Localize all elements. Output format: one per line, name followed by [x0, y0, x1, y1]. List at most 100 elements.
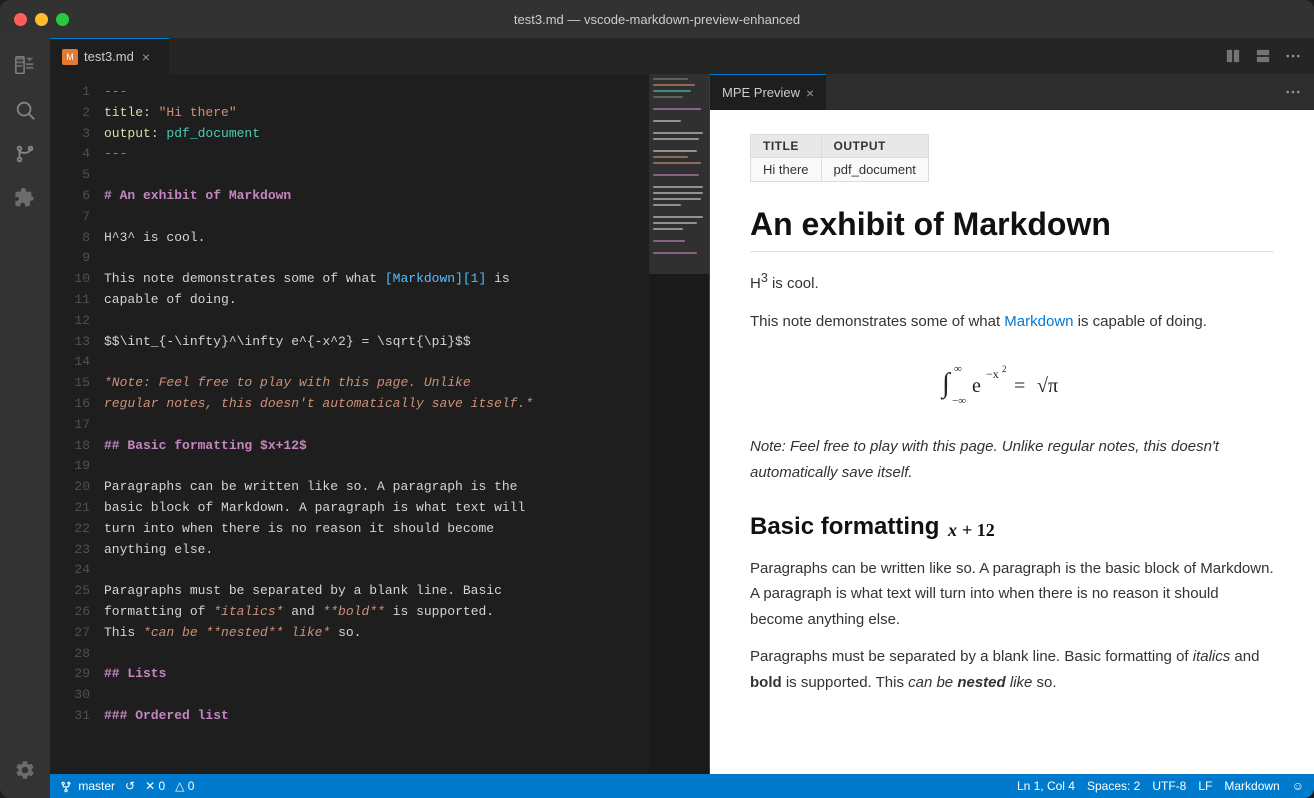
- preview-para2: Paragraphs must be separated by a blank …: [750, 644, 1274, 695]
- app-window: test3.md — vscode-markdown-preview-enhan…: [0, 0, 1314, 798]
- preview-body1-pre: This note demonstrates some of what: [750, 313, 1004, 330]
- preview-tab-close[interactable]: ×: [806, 85, 814, 101]
- code-pane: 12345 678910 111213 1415161718 192021222…: [50, 74, 710, 774]
- tab-file-icon: M: [62, 49, 78, 65]
- preview-tab-label: MPE Preview: [722, 85, 800, 100]
- preview-h1: An exhibit of Markdown: [750, 206, 1274, 252]
- svg-text:+ 12: + 12: [962, 520, 995, 540]
- code-line: regular notes, this doesn't automaticall…: [100, 394, 649, 415]
- code-line: [100, 560, 649, 581]
- code-line: # An exhibit of Markdown: [100, 186, 649, 207]
- code-line: formatting of *italics* and **bold** is …: [100, 602, 649, 623]
- code-line: [100, 248, 649, 269]
- close-button[interactable]: [14, 13, 27, 26]
- code-line: This note demonstrates some of what [Mar…: [100, 269, 649, 290]
- code-line: output: pdf_document: [100, 124, 649, 145]
- code-line: [100, 207, 649, 228]
- line-ending[interactable]: LF: [1198, 779, 1212, 793]
- line-numbers: 12345 678910 111213 1415161718 192021222…: [50, 74, 100, 774]
- activity-extensions-icon[interactable]: [5, 178, 45, 218]
- code-line: $$\int_{-\infty}^\infty e^{-x^2} = \sqrt…: [100, 332, 649, 353]
- code-line: *Note: Feel free to play with this page.…: [100, 373, 649, 394]
- preview-end-text: so.: [1032, 674, 1056, 691]
- errors-count[interactable]: ✕ 0: [145, 779, 165, 793]
- svg-text:e: e: [972, 375, 981, 397]
- code-line: anything else.: [100, 540, 649, 561]
- encoding[interactable]: UTF-8: [1152, 779, 1186, 793]
- language-mode[interactable]: Markdown: [1224, 779, 1279, 793]
- activity-settings-icon[interactable]: [5, 750, 45, 790]
- preview-para1: Paragraphs can be written like so. A par…: [750, 556, 1274, 633]
- git-branch-name: master: [78, 779, 115, 793]
- preview-pane: MPE Preview ×: [710, 74, 1314, 774]
- code-content: --- title: "Hi there" output: pdf_docume…: [100, 74, 649, 774]
- preview-superscript-para: H3 is cool.: [750, 268, 1274, 297]
- preview-markdown-link[interactable]: Markdown: [1004, 313, 1073, 330]
- activity-git-icon[interactable]: [5, 134, 45, 174]
- editor-tab-test3md[interactable]: M test3.md ×: [50, 38, 170, 74]
- code-editor[interactable]: 12345 678910 111213 1415161718 192021222…: [50, 74, 709, 774]
- preview-para2-mid: and: [1230, 648, 1259, 665]
- code-line: [100, 644, 649, 665]
- code-line: title: "Hi there": [100, 103, 649, 124]
- warnings-count[interactable]: △ 0: [175, 779, 194, 793]
- svg-text:x: x: [947, 520, 957, 540]
- editor-split: 12345 678910 111213 1415161718 192021222…: [50, 74, 1314, 774]
- svg-text:−x: −x: [986, 367, 999, 381]
- code-line: Paragraphs can be written like so. A par…: [100, 477, 649, 498]
- activity-search-icon[interactable]: [5, 90, 45, 130]
- code-line: ## Basic formatting $x+12$: [100, 436, 649, 457]
- preview-more-button[interactable]: [1280, 79, 1306, 105]
- status-right: Ln 1, Col 4 Spaces: 2 UTF-8 LF Markdown …: [1017, 779, 1304, 793]
- code-line: [100, 165, 649, 186]
- code-line: H^3^ is cool.: [100, 228, 649, 249]
- code-line: ### Ordered list: [100, 706, 649, 727]
- frontmatter-value-title: Hi there: [751, 158, 822, 182]
- code-line: turn into when there is no reason it sho…: [100, 519, 649, 540]
- preview-content[interactable]: TITLE OUTPUT Hi there pdf_document: [710, 110, 1314, 774]
- more-actions-button[interactable]: [1280, 43, 1306, 69]
- preview-tab-actions: [1280, 74, 1314, 110]
- code-line: [100, 352, 649, 373]
- code-line: [100, 456, 649, 477]
- editor-tab-close[interactable]: ×: [142, 49, 150, 65]
- preview-math-formula: ∫ ∞ −∞ e −x 2 = √π: [750, 354, 1274, 414]
- frontmatter-header-output: OUTPUT: [821, 135, 928, 158]
- math-svg: ∫ ∞ −∞ e −x 2 = √π: [932, 354, 1092, 409]
- minimize-button[interactable]: [35, 13, 48, 26]
- preview-italic-note: Note: Feel free to play with this page. …: [750, 434, 1274, 485]
- preview-para2-suf: is supported. This: [782, 674, 908, 691]
- minimap: [649, 74, 709, 774]
- git-branch[interactable]: master: [60, 779, 115, 793]
- activity-explorer-icon[interactable]: [5, 46, 45, 86]
- main-area: M test3.md ×: [0, 38, 1314, 798]
- status-left: master ↺ ✕ 0 △ 0: [60, 779, 194, 793]
- svg-text:−∞: −∞: [952, 395, 966, 407]
- preview-body1-suf: is capable of doing.: [1074, 313, 1207, 330]
- svg-text:2: 2: [1002, 364, 1007, 374]
- editor-tab-bar: M test3.md ×: [50, 38, 1314, 74]
- cursor-position[interactable]: Ln 1, Col 4: [1017, 779, 1075, 793]
- activity-bar: [0, 38, 50, 798]
- frontmatter-value-output: pdf_document: [821, 158, 928, 182]
- sync-button[interactable]: ↺: [125, 779, 135, 793]
- preview-tab-mpe[interactable]: MPE Preview ×: [710, 74, 826, 110]
- preview-h-text: H: [750, 275, 761, 292]
- window-title: test3.md — vscode-markdown-preview-enhan…: [514, 12, 800, 27]
- preview-para2-italics: italics: [1193, 648, 1231, 665]
- preview-like-text: like: [1006, 674, 1033, 691]
- indentation[interactable]: Spaces: 2: [1087, 779, 1140, 793]
- split-down-button[interactable]: [1250, 43, 1276, 69]
- preview-h2: Basic formatting x + 12: [750, 513, 1274, 542]
- preview-para2-bold: bold: [750, 674, 782, 691]
- feedback-icon[interactable]: ☺: [1292, 779, 1304, 793]
- editor-area: M test3.md ×: [50, 38, 1314, 798]
- maximize-button[interactable]: [56, 13, 69, 26]
- code-line: ---: [100, 144, 649, 165]
- split-editor-button[interactable]: [1220, 43, 1246, 69]
- status-bar: master ↺ ✕ 0 △ 0 Ln 1, Col 4 Spaces: 2 U…: [50, 774, 1314, 798]
- traffic-lights: [14, 13, 69, 26]
- svg-text:=: =: [1014, 375, 1025, 397]
- svg-text:∫: ∫: [940, 368, 952, 400]
- preview-tab-bar: MPE Preview ×: [710, 74, 1314, 110]
